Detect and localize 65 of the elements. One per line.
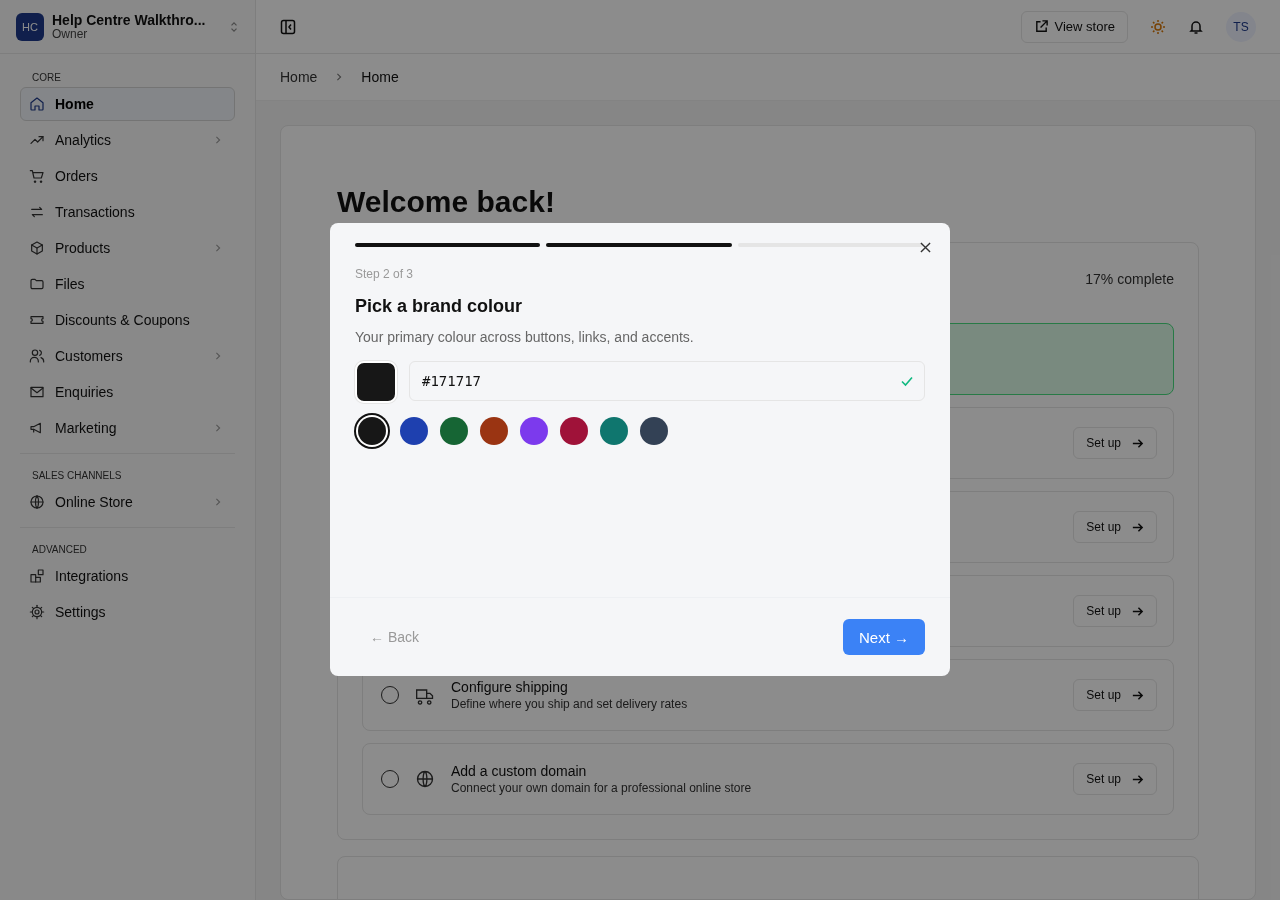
color-preview[interactable] [355,361,397,403]
step-label: Step 2 of 3 [355,267,415,281]
sidebar-item[interactable]: Analytics [20,123,235,157]
envelope-icon [29,384,45,400]
breadcrumb-item[interactable]: Home [280,69,318,85]
set-up-button[interactable]: Set up [1073,427,1157,459]
dialog-title: Pick a brand colour [355,296,524,317]
set-up-button[interactable]: Set up [1073,511,1157,543]
sidebar-item[interactable]: Settings [20,595,235,629]
color-swatch[interactable] [560,417,588,445]
workspace-logo: HC [16,12,44,41]
sidebar-item[interactable]: Integrations [20,559,235,593]
breadcrumb-item: Home [361,69,399,85]
folder-icon [29,276,45,292]
task-description: Connect your own domain for a professional online store [451,781,753,795]
task-description: Define where you ship and set delivery rates [451,697,689,711]
section-label: CORE [31,71,62,85]
sidebar-item[interactable]: Marketing [20,411,235,445]
page-title: Welcome back! [337,184,556,220]
color-swatch[interactable] [440,417,468,445]
color-swatch[interactable] [480,417,508,445]
cube-icon [29,240,45,256]
task-title: Configure shipping [451,679,569,695]
task-title: Add a custom domain [451,763,588,779]
set-up-button[interactable]: Set up [1073,679,1157,711]
set-up-button[interactable]: Set up [1073,595,1157,627]
sidebar-item[interactable]: Online Store [20,485,235,519]
sidebar-item[interactable]: Files [20,267,235,301]
color-swatch[interactable] [640,417,668,445]
hex-input-field[interactable]: #171717 [409,361,925,401]
sidebar-item[interactable]: Products [20,231,235,265]
sidebar-item[interactable]: Home [20,87,235,121]
color-swatch[interactable] [400,417,428,445]
chevron-right-icon [335,72,344,82]
sidebar-item[interactable]: Transactions [20,195,235,229]
next-button[interactable]: Next → [843,619,925,655]
globe-icon [29,494,45,510]
bell-icon[interactable] [1188,18,1204,35]
cart-icon [29,168,45,184]
sidebar-item[interactable]: Customers [20,339,235,373]
progress-text: 17% complete [1085,271,1174,289]
sidebar-toggle-icon[interactable] [280,18,296,35]
view-store-button[interactable]: View store [1020,10,1128,43]
color-swatch[interactable] [520,417,548,445]
sidebar-item[interactable]: Enquiries [20,375,235,409]
color-swatch[interactable] [358,417,386,445]
close-icon[interactable] [920,242,931,253]
blocks-icon [29,568,45,584]
globe-icon [415,769,435,789]
sidebar-item[interactable]: Orders [20,159,235,193]
workspace-role: Owner [52,27,89,42]
set-up-button[interactable]: Set up [1073,763,1157,795]
settings-icon [29,604,45,620]
sidebar-item[interactable]: Discounts & Coupons [20,303,235,337]
external-link-icon [1033,19,1049,34]
chevron-updown-icon[interactable] [229,19,239,34]
dialog-description: Your primary colour across buttons, links, and accents. [355,329,695,345]
section-label: ADVANCED [31,543,88,557]
workspace-name[interactable]: Help Centre Walkthro... [52,11,221,28]
section-label: SALES CHANNELS [31,469,123,483]
people-icon [29,348,45,364]
user-avatar[interactable]: TS [1226,11,1256,42]
sun-icon[interactable] [1150,18,1166,35]
color-swatch[interactable] [600,417,628,445]
home-icon [29,96,45,112]
